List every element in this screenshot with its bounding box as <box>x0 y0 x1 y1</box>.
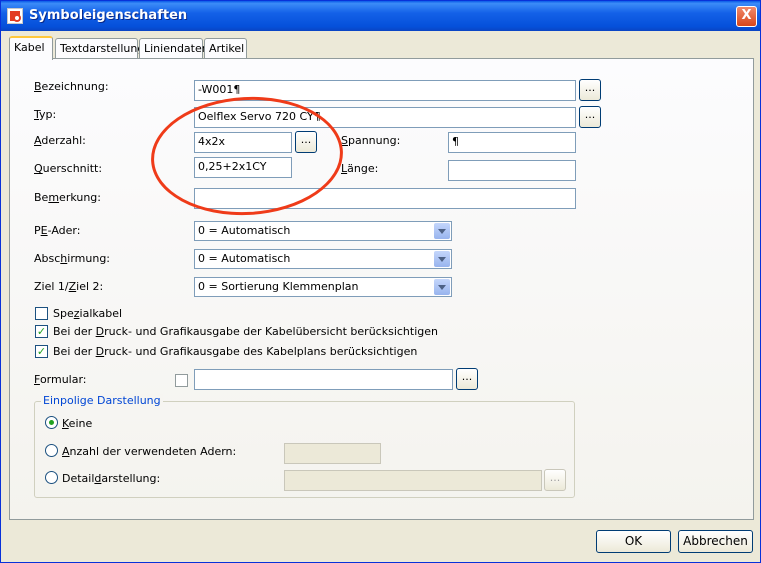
keine-label: Keine <box>62 417 93 430</box>
spannung-label: Spannung: <box>341 134 401 147</box>
formular-label: Formular: <box>34 373 87 386</box>
formular-browse-button[interactable]: ... <box>456 368 478 390</box>
abschirmung-select[interactable]: 0 = Automatisch <box>194 249 452 269</box>
kabelplan-checkbox[interactable]: ✓ <box>35 345 48 358</box>
cancel-button[interactable]: Abbrechen <box>678 530 753 553</box>
laenge-field[interactable] <box>448 160 576 181</box>
detaildarstellung-label: Detaildarstellung: <box>62 472 161 485</box>
anzahl-adern-radio[interactable] <box>45 444 58 457</box>
keine-radio[interactable] <box>45 416 58 429</box>
detaildarstellung-browse-button: ... <box>544 469 566 491</box>
querschnitt-label: Querschnitt: <box>34 162 103 175</box>
detaildarstellung-field <box>284 470 542 491</box>
formular-checkbox[interactable] <box>175 374 188 387</box>
formular-field[interactable] <box>194 369 453 390</box>
kabelplan-label: Bei der Druck- und Grafikausgabe des Kab… <box>53 345 418 358</box>
tab-artikel[interactable]: Artikel <box>204 38 247 59</box>
kabeluebersicht-checkbox[interactable]: ✓ <box>35 325 48 338</box>
tab-liniendaten[interactable]: Liniendaten <box>139 38 209 59</box>
title-bar[interactable]: Symboleigenschaften X <box>1 1 760 31</box>
chevron-down-icon[interactable] <box>434 279 450 295</box>
chevron-down-icon[interactable] <box>434 251 450 267</box>
close-button[interactable]: X <box>736 6 757 27</box>
pe-ader-label: PE-Ader: <box>34 224 81 237</box>
spezialkabel-label: Spezialkabel <box>53 307 123 320</box>
spannung-field[interactable]: ¶ <box>448 132 576 153</box>
anzahl-adern-label: Anzahl der verwendeten Adern: <box>62 445 237 458</box>
typ-label: Typ: <box>34 108 57 121</box>
abschirmung-value: 0 = Automatisch <box>198 252 291 265</box>
aderzahl-label: Aderzahl: <box>34 134 86 147</box>
bezeichnung-label: Bezeichnung: <box>34 80 109 93</box>
chevron-down-icon[interactable] <box>434 223 450 239</box>
ziel-select[interactable]: 0 = Sortierung Klemmenplan <box>194 277 452 297</box>
kabeluebersicht-label: Bei der Druck- und Grafikausgabe der Kab… <box>53 325 438 338</box>
pe-ader-select[interactable]: 0 = Automatisch <box>194 221 452 241</box>
dialog-window: Symboleigenschaften X Kabel Textdarstell… <box>0 0 761 563</box>
einpolige-darstellung-title: Einpolige Darstellung <box>41 394 163 407</box>
typ-browse-button[interactable]: ... <box>579 106 601 128</box>
window-title: Symboleigenschaften <box>29 8 188 23</box>
ziel-label: Ziel 1/Ziel 2: <box>34 280 104 293</box>
tab-textdarstellung[interactable]: Textdarstellung <box>55 38 144 59</box>
laenge-label: Länge: <box>341 162 379 175</box>
app-icon <box>7 8 23 24</box>
ok-button[interactable]: OK <box>596 530 671 553</box>
anzahl-adern-field <box>284 443 381 464</box>
abschirmung-label: Abschirmung: <box>34 252 111 265</box>
pe-ader-value: 0 = Automatisch <box>198 224 291 237</box>
ziel-value: 0 = Sortierung Klemmenplan <box>198 280 359 293</box>
tab-kabel[interactable]: Kabel <box>9 36 53 60</box>
detaildarstellung-radio[interactable] <box>45 471 58 484</box>
spezialkabel-checkbox[interactable] <box>35 307 48 320</box>
bezeichnung-browse-button[interactable]: ... <box>579 79 601 101</box>
bemerkung-label: Bemerkung: <box>34 191 102 204</box>
